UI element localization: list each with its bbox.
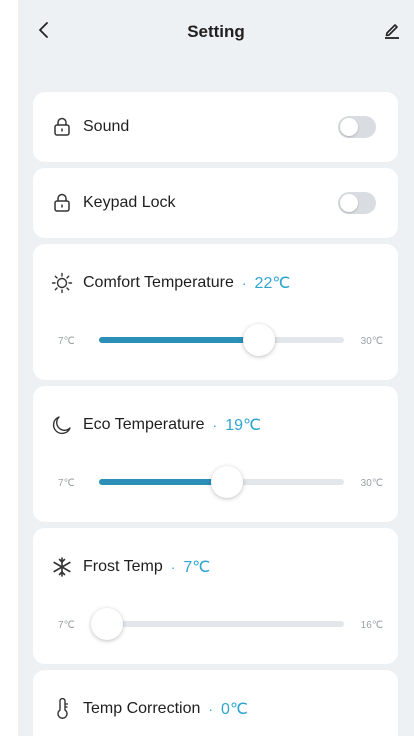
frost-temp-value: 7℃ xyxy=(183,559,211,576)
moon-icon xyxy=(51,414,73,436)
temp-correction-label: Temp Correction xyxy=(83,700,201,717)
frost-temp-label: Frost Temp xyxy=(83,558,163,575)
slider-fill xyxy=(99,479,227,485)
temp-correction-value: 0℃ xyxy=(221,701,248,718)
lock-icon xyxy=(51,116,73,138)
thermometer-icon xyxy=(51,698,73,720)
separator-dot: · xyxy=(241,275,247,291)
toggle-knob xyxy=(340,194,358,212)
snowflake-icon xyxy=(51,556,73,578)
slider-fill xyxy=(99,337,259,343)
settings-screen: Setting Sound Keypad Lock Comfort Temper… xyxy=(18,0,414,736)
comfort-temperature-value: 22℃ xyxy=(254,275,291,292)
slider-max-label: 16℃ xyxy=(360,620,383,631)
keypad-lock-label: Keypad Lock xyxy=(83,194,176,211)
temp-correction-card: Temp Correction · 0℃ xyxy=(33,670,398,736)
slider-thumb[interactable] xyxy=(210,466,243,498)
slider-min-label: 7℃ xyxy=(58,336,75,347)
frost-temp-card: Frost Temp · 7℃ 7℃ 16℃ xyxy=(33,528,398,664)
lock-icon xyxy=(51,192,73,214)
eco-temperature-card: Eco Temperature · 19℃ 7℃ 30℃ xyxy=(33,386,398,522)
keypad-lock-row: Keypad Lock xyxy=(51,192,176,214)
slider-max-label: 30℃ xyxy=(360,478,383,489)
edit-button[interactable] xyxy=(380,18,404,42)
temp-correction-row: Temp Correction · 0℃ xyxy=(51,698,248,720)
header: Setting xyxy=(18,0,414,70)
keypad-lock-card: Keypad Lock xyxy=(33,168,398,238)
pencil-icon xyxy=(385,24,399,39)
comfort-temperature-card: Comfort Temperature · 22℃ 7℃ 30℃ xyxy=(33,244,398,380)
comfort-temperature-row: Comfort Temperature · 22℃ xyxy=(51,272,290,294)
separator-dot: · xyxy=(212,417,218,433)
sound-toggle[interactable] xyxy=(338,116,376,138)
sound-label: Sound xyxy=(83,118,130,135)
eco-temperature-label: Eco Temperature xyxy=(83,416,205,433)
eco-temperature-value: 19℃ xyxy=(225,417,261,434)
frost-temp-slider[interactable] xyxy=(91,608,344,640)
separator-dot: · xyxy=(208,701,214,717)
keypad-lock-toggle[interactable] xyxy=(338,192,376,214)
comfort-temperature-label: Comfort Temperature xyxy=(83,274,234,291)
frost-temp-row: Frost Temp · 7℃ xyxy=(51,556,210,578)
sound-card: Sound xyxy=(33,92,398,162)
slider-thumb[interactable] xyxy=(91,608,123,640)
slider-min-label: 7℃ xyxy=(58,620,75,631)
slider-min-label: 7℃ xyxy=(58,478,75,489)
sun-icon xyxy=(51,272,73,294)
separator-dot: · xyxy=(170,559,176,575)
comfort-temperature-slider[interactable] xyxy=(99,324,344,356)
eco-temperature-slider[interactable] xyxy=(99,466,344,498)
eco-temperature-row: Eco Temperature · 19℃ xyxy=(51,414,261,436)
slider-max-label: 30℃ xyxy=(360,336,383,347)
toggle-knob xyxy=(340,118,358,136)
sound-row: Sound xyxy=(51,116,129,138)
slider-thumb[interactable] xyxy=(242,324,275,356)
page-title: Setting xyxy=(187,22,245,41)
